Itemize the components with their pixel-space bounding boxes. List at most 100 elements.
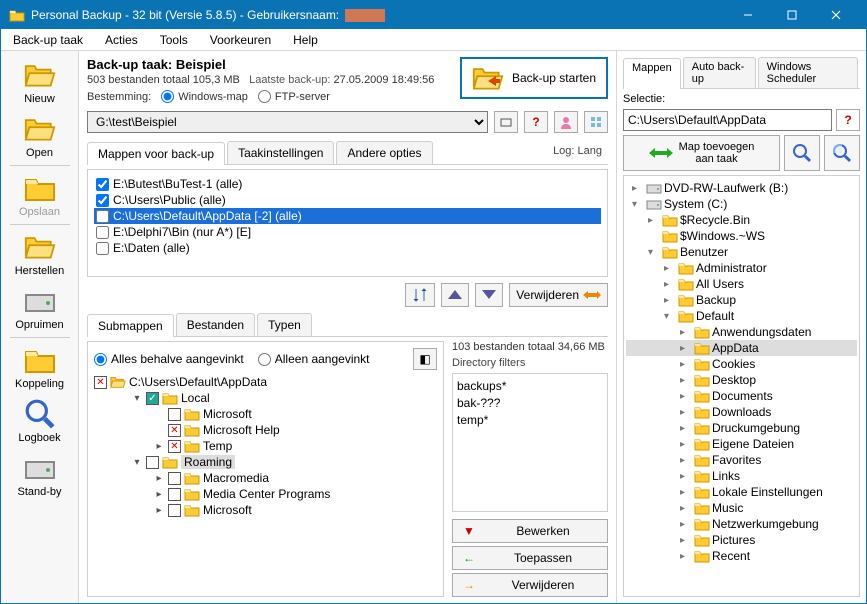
fs-tree-row[interactable]: ▸ Links [626,468,857,484]
backup-dir-row[interactable]: E:\Delphi7\Bin (nur A*) [E] [94,224,601,240]
subtree-option-button[interactable]: ◧ [413,348,437,370]
fs-tree-row[interactable]: ▸ Lokale Einstellungen [626,484,857,500]
rail-logboek[interactable]: Logboek [6,394,74,448]
fs-tree-row[interactable]: ▸ Druckumgebung [626,420,857,436]
rail-open[interactable]: Open [6,109,74,163]
main-tabs: Mappen voor back-up Taakinstellingen And… [87,141,608,165]
subtab-subfolders[interactable]: Submappen [87,314,174,337]
backup-dir-row[interactable]: C:\Users\Default\AppData [-2] (alle) [94,208,601,224]
dir-checkbox[interactable] [96,178,109,191]
fs-tree-row[interactable]: ▾ Benutzer [626,244,857,260]
filter-item[interactable]: bak-??? [457,395,603,412]
find-button[interactable] [784,135,820,171]
dir-checkbox[interactable] [96,226,109,239]
move-down-button[interactable] [475,283,503,307]
dir-checkbox[interactable] [96,210,109,223]
tab-task-settings[interactable]: Taakinstellingen [227,141,334,164]
subtree-row[interactable]: Microsoft [94,406,437,422]
filter-list[interactable]: backups*bak-???temp* [452,373,608,512]
log-level-label[interactable]: Log: Lang [547,141,608,164]
rail-stand-by[interactable]: Stand-by [6,448,74,502]
tab-other-options[interactable]: Andere opties [336,141,432,164]
subtree-row[interactable]: ✕ Microsoft Help [94,422,437,438]
fs-tree-row[interactable]: ▸ Documents [626,388,857,404]
rail-nieuw[interactable]: Nieuw [6,55,74,109]
rp-tab-auto[interactable]: Auto back-up [683,57,756,88]
selection-help-button[interactable]: ? [836,109,860,131]
dest-help-button[interactable]: ? [524,111,548,133]
dir-label: E:\Daten (alle) [113,241,190,255]
backup-dir-row[interactable]: C:\Users\Public (alle) [94,192,601,208]
backup-dir-row[interactable]: E:\Butest\BuTest-1 (alle) [94,176,601,192]
fs-tree-row[interactable]: ▾ Default [626,308,857,324]
move-up-button[interactable] [441,283,469,307]
fs-tree-row[interactable]: $Windows.~WS [626,228,857,244]
fs-tree-row[interactable]: ▸ Cookies [626,356,857,372]
filter-item[interactable]: temp* [457,412,603,429]
rail-herstellen[interactable]: Herstellen [6,227,74,281]
filter-item[interactable]: backups* [457,378,603,395]
preview-button[interactable] [824,135,860,171]
fs-tree-row[interactable]: ▸ Backup [626,292,857,308]
minimize-button[interactable] [726,1,770,29]
menu-tools[interactable]: Tools [156,31,192,49]
tab-folders[interactable]: Mappen voor back-up [87,142,225,165]
close-button[interactable] [814,1,858,29]
fs-tree-row[interactable]: ▸ Pictures [626,532,857,548]
fs-tree-row[interactable]: ▸ Administrator [626,260,857,276]
dir-checkbox[interactable] [96,194,109,207]
fs-tree-row[interactable]: ▸ AppData [626,340,857,356]
rp-tab-folders[interactable]: Mappen [623,58,681,89]
start-backup-button[interactable]: Back-up starten [460,57,608,99]
rail-opruimen[interactable]: Opruimen [6,281,74,335]
add-folder-button[interactable]: Map toevoegen aan taak [623,135,780,171]
fs-tree-row[interactable]: ▸ Desktop [626,372,857,388]
rail-koppeling[interactable]: Koppeling [6,340,74,394]
filter-toepassen-button[interactable]: ←Toepassen [452,546,608,570]
subtree-row[interactable]: ▸ Media Center Programs [94,486,437,502]
fs-tree-row[interactable]: ▸ $Recycle.Bin [626,212,857,228]
radio-all-except[interactable]: Alles behalve aangevinkt [94,352,244,366]
menu-help[interactable]: Help [289,31,322,49]
fs-tree-row[interactable]: ▸ Anwendungsdaten [626,324,857,340]
subtree-row[interactable]: ▸✕ Temp [94,438,437,454]
dest-ftp-radio[interactable]: FTP-server [258,90,330,103]
radio-only-checked[interactable]: Alleen aangevinkt [258,352,370,366]
dest-windows-radio[interactable]: Windows-map [161,90,248,103]
dir-checkbox[interactable] [96,242,109,255]
selection-path-input[interactable] [623,109,832,131]
destination-path-select[interactable]: G:\test\Beispiel [87,111,488,133]
subtab-types[interactable]: Typen [257,313,312,336]
menu-acties[interactable]: Acties [101,31,142,49]
sort-button[interactable] [405,283,435,307]
fs-tree-row[interactable]: ▸ Downloads [626,404,857,420]
filter-bewerken-button[interactable]: ▼Bewerken [452,519,608,543]
maximize-button[interactable] [770,1,814,29]
subtab-files[interactable]: Bestanden [176,313,255,336]
fs-tree-row[interactable]: ▸ Music [626,500,857,516]
filter-verwijderen-button[interactable]: →Verwijderen [452,573,608,597]
fs-tree-row[interactable]: ▾ System (C:) [626,196,857,212]
menubar: Back-up taak Acties Tools Voorkeuren Help [1,29,866,51]
rp-tab-scheduler[interactable]: Windows Scheduler [758,57,858,88]
subtree-row[interactable]: ▸ Microsoft [94,502,437,518]
subtree-row[interactable]: ▾✓ Local [94,390,437,406]
fs-tree-row[interactable]: ▸ DVD-RW-Laufwerk (B:) [626,180,857,196]
backup-dir-row[interactable]: E:\Daten (alle) [94,240,601,256]
remove-folder-button[interactable]: Verwijderen [509,283,608,307]
fs-tree-row[interactable]: ▸ All Users [626,276,857,292]
fs-tree-row[interactable]: ▸ Eigene Dateien [626,436,857,452]
fs-tree-row[interactable]: ▸ Recent [626,548,857,564]
menu-voorkeuren[interactable]: Voorkeuren [206,31,275,49]
subtree-row[interactable]: ▾ Roaming [94,454,437,470]
dest-user-button[interactable] [554,111,578,133]
subtree-row[interactable]: ▸ Macromedia [94,470,437,486]
dest-settings-button[interactable] [584,111,608,133]
subfolder-tree[interactable]: ✕ C:\Users\Default\AppData ▾✓ Local Micr… [94,374,437,590]
backup-folders-list[interactable]: E:\Butest\BuTest-1 (alle) C:\Users\Publi… [87,169,608,277]
dest-browse-button[interactable] [494,111,518,133]
menu-backuptaak[interactable]: Back-up taak [9,31,87,49]
fs-tree-row[interactable]: ▸ Netzwerkumgebung [626,516,857,532]
filesystem-tree[interactable]: ▸ DVD-RW-Laufwerk (B:)▾ System (C:)▸ $Re… [623,175,860,597]
fs-tree-row[interactable]: ▸ Favorites [626,452,857,468]
